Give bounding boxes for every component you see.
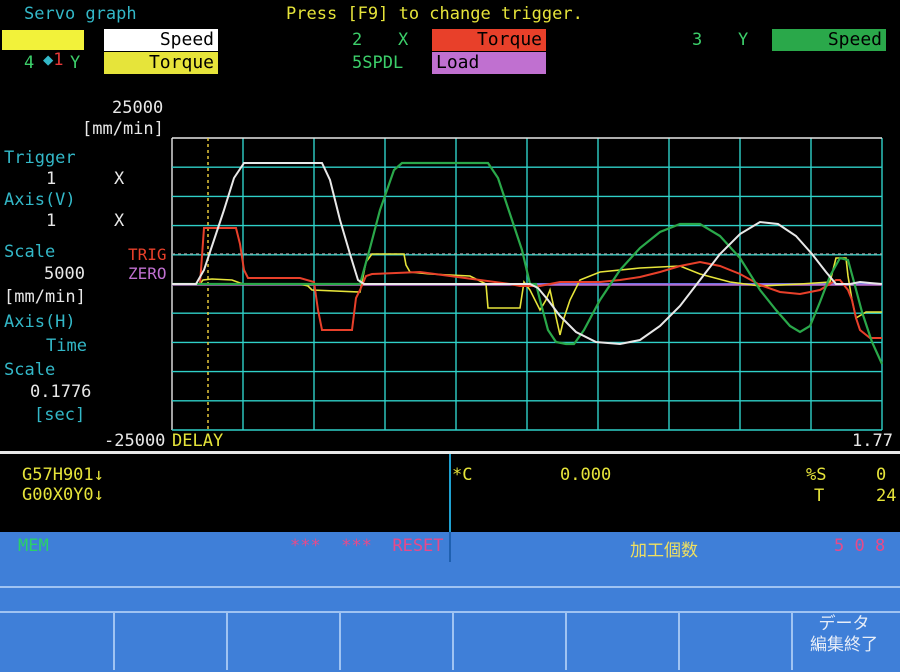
status-mode-left: MEM	[18, 536, 49, 556]
work-count-label: 加工個数	[630, 541, 698, 561]
zero-label: ZERO	[128, 264, 167, 283]
servo-graph-screen: Servo graph Press [F9] to change trigger…	[0, 0, 900, 672]
softkey-2[interactable]	[113, 612, 226, 670]
tool-label: T	[814, 486, 825, 506]
servo-graph-plot: TRIG ZERO	[128, 137, 884, 431]
softkey-3[interactable]	[226, 612, 339, 670]
softkey-1[interactable]	[0, 612, 113, 670]
coord-axis-label: *C	[452, 465, 473, 485]
spindle-label: %S	[806, 465, 827, 485]
softkey-5[interactable]	[452, 612, 565, 670]
spindle-value: 0	[876, 465, 887, 485]
tool-value: 24	[876, 486, 897, 506]
softkey-row-line	[0, 586, 900, 588]
softkey-4[interactable]	[339, 612, 452, 670]
status-reset: *** *** RESET	[290, 536, 444, 556]
program-line-2: G00X0Y0↓	[22, 485, 104, 505]
coord-axis-value: 0.000	[560, 465, 612, 485]
trig-label: TRIG	[128, 245, 167, 264]
softkey-6[interactable]	[565, 612, 678, 670]
softkey-data-edit-end[interactable]: データ 編集終了	[791, 612, 900, 670]
program-line-1: G57H901↓	[22, 465, 104, 485]
status-separator	[449, 532, 451, 562]
softkey-7[interactable]	[678, 612, 791, 670]
work-count-value: 5 0 8	[834, 536, 886, 556]
